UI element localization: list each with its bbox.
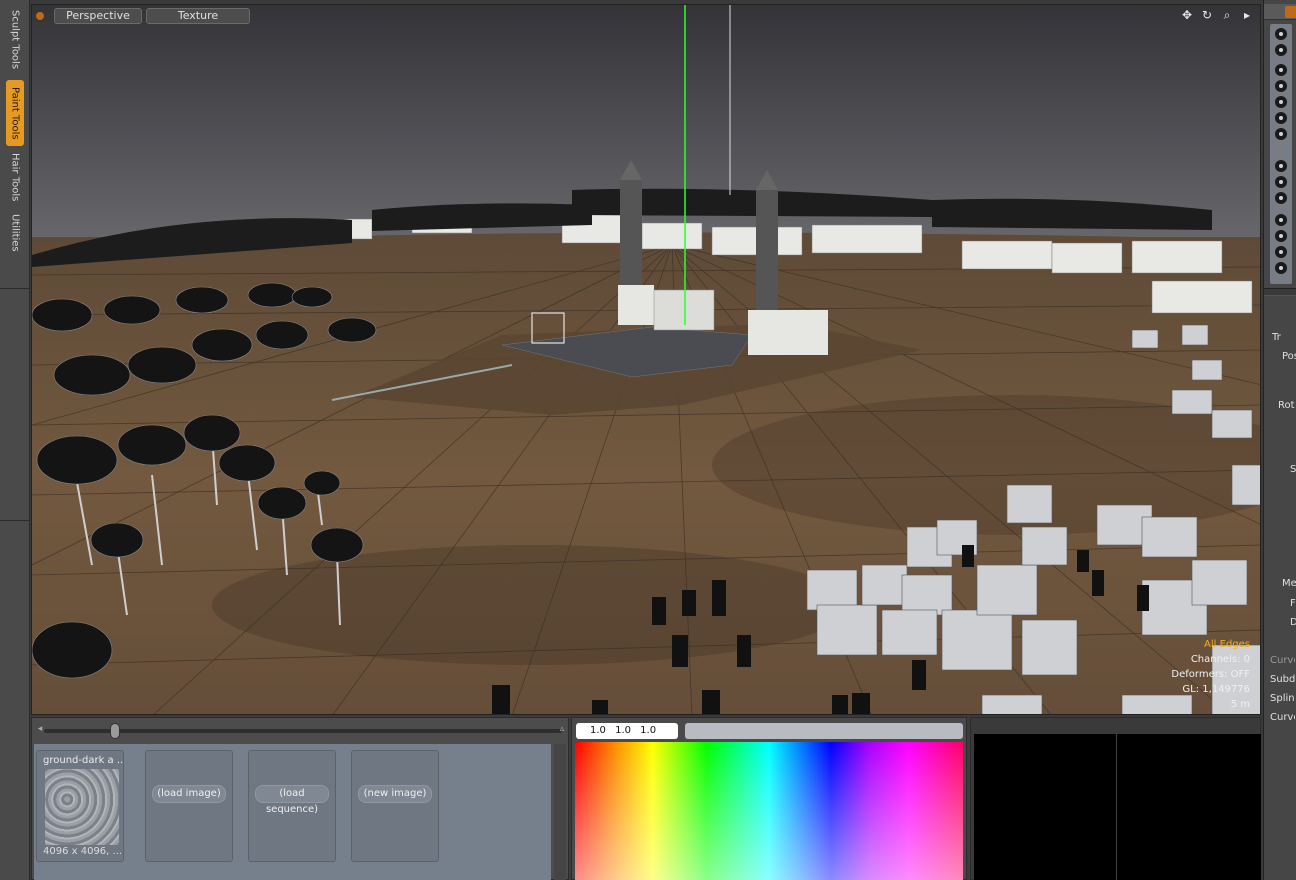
rgb-value-field[interactable]: 1.0 1.0 1.0 [576,723,678,739]
viewport-hud: All Edges Channels: 0 Deformers: OFF GL:… [1171,637,1250,712]
eye-icon[interactable] [1275,160,1287,172]
section-mesh-label: Me [1282,578,1296,589]
image-thumbnail-area: ground-dark a ... 4096 x 4096, ... (load… [34,744,551,880]
panel-tab-icon[interactable] [1285,6,1296,18]
hud-grid-scale: 5 m [1230,699,1250,710]
preview-canvas[interactable] [974,734,1261,880]
image-thumbnail [45,769,119,845]
eye-icon[interactable] [1275,80,1287,92]
curve-label: Curve [1270,655,1295,666]
slider-thumb[interactable] [110,723,120,739]
image-ink-panel: ◂ ▵ ground-dark a ... 4096 x 4096, ... (… [31,717,569,880]
new-image-card: (new image) [351,750,439,862]
subdivision-label: Subdi [1270,674,1295,685]
load-image-button[interactable]: (load image) [152,785,226,803]
eye-icon[interactable] [1275,96,1287,108]
eye-icon[interactable] [1275,128,1287,140]
hud-gl-polycount: GL: 1,149776 [1182,684,1250,695]
preview-panel [970,717,1261,880]
eye-icon[interactable] [1275,230,1287,242]
left-tool-strip: Sculpt Tools Paint Tools Hair Tools Util… [0,0,30,880]
menu-arrow-icon[interactable]: ▸ [1240,8,1254,22]
eye-icon[interactable] [1275,64,1287,76]
strip-divider [0,520,30,521]
scale-label: S [1290,464,1296,475]
mesh-field-label: F [1290,598,1296,609]
strip-divider [0,288,30,289]
rotate-icon[interactable]: ↻ [1200,8,1214,22]
eye-icon[interactable] [1275,262,1287,274]
modo-window: Sculpt Tools Paint Tools Hair Tools Util… [0,0,1296,880]
scene-render [32,5,1260,714]
eye-icon[interactable] [1275,192,1287,204]
color-picker-panel: 1.0 1.0 1.0 [571,717,967,880]
thumbnail-size-slider[interactable] [44,729,562,733]
hud-deformers: Deformers: OFF [1171,669,1250,680]
tab-paint-tools[interactable]: Paint Tools [6,80,24,146]
slider-right-arrow-icon[interactable]: ▵ [556,723,568,735]
panel-divider [1264,288,1296,296]
eye-icon[interactable] [1275,214,1287,226]
load-sequence-card: (load sequence) [248,750,336,862]
tab-utilities[interactable]: Utilities [6,208,24,258]
curve-label: Curve [1270,712,1295,723]
image-dimensions: 4096 x 4096, ... [43,846,123,857]
3d-viewport[interactable]: Perspective Texture ✥ ↻ ⌕ ▸ All Edges Ch… [31,4,1261,715]
hud-channels: Channels: 0 [1190,654,1250,665]
move-icon[interactable]: ✥ [1180,8,1194,22]
tab-texture[interactable]: Texture [146,8,250,24]
visibility-column [1270,24,1292,284]
eye-icon[interactable] [1275,28,1287,40]
image-panel-scrollbar[interactable] [554,744,566,880]
eye-icon[interactable] [1275,176,1287,188]
viewport-menu-dot-icon[interactable] [36,12,44,20]
rotation-label: Rot [1278,400,1295,411]
section-transform-label: Tr [1272,332,1281,343]
eye-icon[interactable] [1275,112,1287,124]
position-label: Pos [1282,351,1296,362]
image-card-ground-dark[interactable]: ground-dark a ... 4096 x 4096, ... [36,750,124,862]
image-title: ground-dark a ... [43,755,123,766]
eye-icon[interactable] [1275,44,1287,56]
load-sequence-button[interactable]: (load sequence) [255,785,329,815]
tab-perspective[interactable]: Perspective [54,8,142,24]
load-image-card: (load image) [145,750,233,862]
current-color-swatch[interactable] [685,723,963,739]
hud-selection-mode: All Edges [1204,639,1250,650]
eye-icon[interactable] [1275,246,1287,258]
new-image-button[interactable]: (new image) [358,785,432,803]
viewport-nav-controls: ✥ ↻ ⌕ ▸ [1180,8,1254,22]
viewport-tab-bar: Perspective Texture [36,8,250,24]
items-list-header [1264,4,1296,20]
bottom-panels: ◂ ▵ ground-dark a ... 4096 x 4096, ... (… [31,717,1261,880]
mesh-field-label: D [1290,617,1296,628]
spline-label: Spline [1270,693,1295,704]
tab-hair-tools[interactable]: Hair Tools [6,150,24,204]
color-spectrum[interactable] [575,742,963,880]
zoom-icon[interactable]: ⌕ [1220,8,1234,22]
right-properties-panel: Tr Pos Rot S Me F D Curve Subdi Spline C… [1263,0,1296,880]
preview-divider [1116,734,1117,880]
tab-sculpt-tools[interactable]: Sculpt Tools [6,8,24,72]
